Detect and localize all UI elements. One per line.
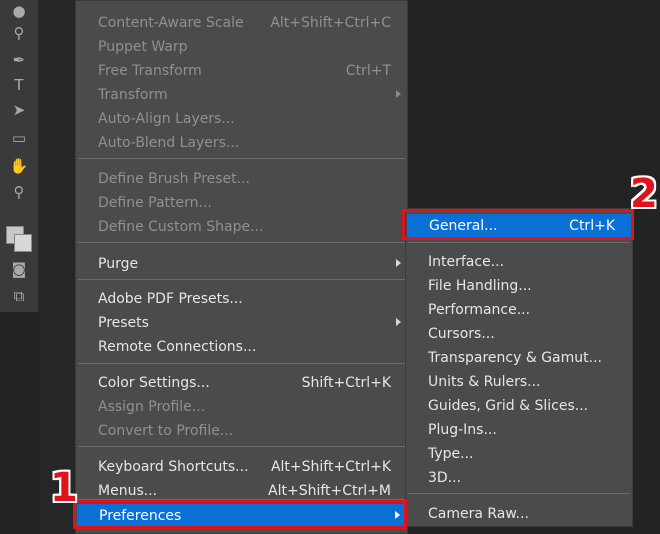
pref-item-transparency-gamut[interactable]: Transparency & Gamut... — [406, 346, 632, 370]
screen-mode-icon[interactable]: ⧉ — [0, 285, 38, 307]
menu-separator — [78, 158, 405, 159]
menu-item-label: Color Settings... — [98, 375, 210, 391]
menu-item-label: Units & Rulers... — [428, 374, 541, 390]
pref-item-file-handling[interactable]: File Handling... — [406, 274, 632, 298]
tools-panel: ● ⚲ ✒ T ➤ ▭ ✋ ⚲ ◙ ⧉ — [0, 0, 39, 312]
menu-item-label: Plug-Ins... — [428, 422, 497, 438]
pref-item-interface[interactable]: Interface... — [406, 250, 632, 274]
menu-item-shortcut: Alt+Shift+Ctrl+M — [268, 483, 391, 499]
menu-separator — [78, 446, 405, 447]
pref-item-type[interactable]: Type... — [406, 442, 632, 466]
menu-item-shortcut: Alt+Shift+Ctrl+K — [270, 459, 391, 475]
menu-item-label: 3D... — [428, 470, 462, 486]
menu-item-free-transform[interactable]: Free Transform Ctrl+T — [76, 59, 407, 83]
menu-item-label: Transparency & Gamut... — [428, 350, 602, 366]
menu-item-menus[interactable]: Menus... Alt+Shift+Ctrl+M — [76, 479, 407, 503]
menu-item-label: Remote Connections... — [98, 339, 257, 355]
menu-item-label: Presets — [98, 315, 149, 331]
menu-item-preferences[interactable]: Preferences — [77, 504, 406, 528]
step-2-label: 2 — [630, 171, 658, 217]
menu-item-label: Keyboard Shortcuts... — [98, 459, 249, 475]
path-selection-icon[interactable]: ➤ — [0, 99, 38, 121]
menu-item-label: Menus... — [98, 483, 158, 499]
menu-item-adobe-pdf-presets[interactable]: Adobe PDF Presets... — [76, 287, 407, 311]
menu-separator — [78, 279, 405, 280]
menu-item-define-custom-shape[interactable]: Define Custom Shape... — [76, 215, 407, 239]
menu-item-convert-to-profile[interactable]: Convert to Profile... — [76, 419, 407, 443]
menu-item-color-settings[interactable]: Color Settings... Shift+Ctrl+K — [76, 371, 407, 395]
pref-item-plug-ins[interactable]: Plug-Ins... — [406, 418, 632, 442]
menu-item-auto-align-layers[interactable]: Auto-Align Layers... — [76, 107, 407, 131]
pref-item-general[interactable]: General... Ctrl+K — [407, 214, 631, 238]
submenu-arrow-icon — [395, 511, 400, 519]
menu-item-label: Adobe PDF Presets... — [98, 291, 243, 307]
blur-tool-icon[interactable]: ● — [0, 0, 38, 22]
step-1-label: 1 — [50, 465, 78, 511]
menu-item-label: Cursors... — [428, 326, 495, 342]
menu-item-label: Purge — [98, 256, 139, 272]
menu-separator — [78, 363, 405, 364]
preferences-submenu: General... Ctrl+K Interface... File Handlin… — [405, 208, 633, 527]
pref-item-cursors[interactable]: Cursors... — [406, 322, 632, 346]
type-tool-icon[interactable]: T — [0, 74, 38, 96]
menu-item-label: Guides, Grid & Slices... — [428, 398, 589, 414]
edit-menu: Content-Aware Scale Alt+Shift+Ctrl+C Puppe… — [75, 0, 408, 534]
menu-item-keyboard-shortcuts[interactable]: Keyboard Shortcuts... Alt+Shift+Ctrl+K — [76, 455, 407, 479]
menu-item-remote-connections[interactable]: Remote Connections... — [76, 335, 407, 359]
menu-item-label: Define Custom Shape... — [98, 219, 264, 235]
menu-item-label: File Handling... — [428, 278, 532, 294]
menu-item-content-aware-scale[interactable]: Content-Aware Scale Alt+Shift+Ctrl+C — [76, 11, 407, 35]
menu-item-shortcut: Alt+Shift+Ctrl+C — [270, 15, 391, 31]
quick-mask-icon[interactable]: ◙ — [0, 258, 38, 280]
pref-item-camera-raw[interactable]: Camera Raw... — [406, 502, 632, 526]
pref-item-guides-grid-slices[interactable]: Guides, Grid & Slices... — [406, 394, 632, 418]
menu-item-label: Auto-Align Layers... — [98, 111, 235, 127]
menu-item-label: Puppet Warp — [98, 39, 188, 55]
zoom-tool-icon[interactable]: ⚲ — [0, 181, 38, 203]
menu-item-label: Convert to Profile... — [98, 423, 234, 439]
background-color-swatch[interactable] — [14, 234, 32, 252]
menu-item-transform[interactable]: Transform — [76, 83, 407, 107]
dodge-tool-icon[interactable]: ⚲ — [0, 22, 38, 44]
canvas-area — [39, 0, 76, 534]
menu-item-label: Auto-Blend Layers... — [98, 135, 240, 151]
menu-item-label: Performance... — [428, 302, 531, 318]
menu-item-shortcut: Ctrl+K — [569, 218, 615, 234]
menu-item-label: Type... — [428, 446, 474, 462]
pref-item-performance[interactable]: Performance... — [406, 298, 632, 322]
menu-separator — [408, 493, 630, 494]
menu-item-label: Transform — [98, 87, 168, 103]
menu-item-define-brush-preset[interactable]: Define Brush Preset... — [76, 167, 407, 191]
menu-item-label: Preferences — [99, 508, 182, 524]
shape-tool-icon[interactable]: ▭ — [0, 127, 38, 149]
menu-item-define-pattern[interactable]: Define Pattern... — [76, 191, 407, 215]
menu-item-assign-profile[interactable]: Assign Profile... — [76, 395, 407, 419]
menu-item-label: Define Pattern... — [98, 195, 212, 211]
menu-separator — [78, 242, 405, 243]
menu-item-purge[interactable]: Purge — [76, 252, 407, 276]
menu-separator — [408, 242, 630, 243]
pref-item-units-rulers[interactable]: Units & Rulers... — [406, 370, 632, 394]
menu-item-label: Interface... — [428, 254, 505, 270]
submenu-arrow-icon — [396, 259, 401, 267]
menu-item-shortcut: Shift+Ctrl+K — [301, 375, 391, 391]
pref-item-3d[interactable]: 3D... — [406, 466, 632, 490]
menu-item-label: Define Brush Preset... — [98, 171, 251, 187]
menu-item-label: Camera Raw... — [428, 506, 529, 522]
menu-item-presets[interactable]: Presets — [76, 311, 407, 335]
menu-item-label: Assign Profile... — [98, 399, 206, 415]
menu-item-label: Content-Aware Scale — [98, 15, 244, 31]
submenu-arrow-icon — [396, 318, 401, 326]
submenu-arrow-icon — [396, 90, 401, 98]
menu-item-label: General... — [429, 218, 498, 234]
hand-tool-icon[interactable]: ✋ — [0, 155, 38, 177]
menu-item-puppet-warp[interactable]: Puppet Warp — [76, 35, 407, 59]
menu-item-shortcut: Ctrl+T — [345, 63, 391, 79]
pen-tool-icon[interactable]: ✒ — [0, 49, 38, 71]
menu-item-label: Free Transform — [98, 63, 202, 79]
menu-item-auto-blend-layers[interactable]: Auto-Blend Layers... — [76, 131, 407, 155]
